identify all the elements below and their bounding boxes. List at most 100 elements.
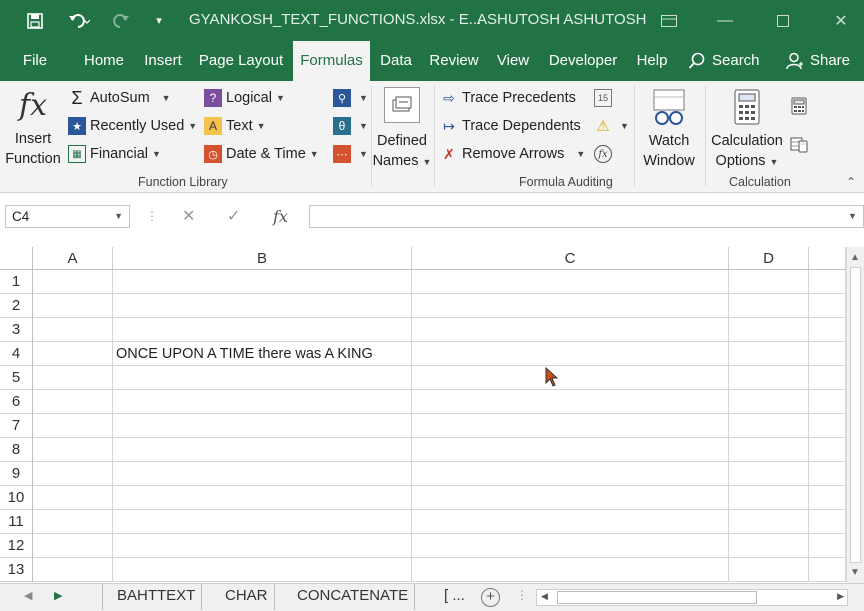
cell-b3[interactable] <box>113 318 412 342</box>
insert-function-button[interactable]: fx Insert Function <box>2 89 64 169</box>
more-functions-button[interactable]: ⋯ ▼ <box>333 145 368 163</box>
maximize-icon[interactable] <box>760 0 806 41</box>
watch-window-button[interactable]: Watch Window <box>636 89 702 171</box>
cell-c9[interactable] <box>412 462 729 486</box>
row-header[interactable]: 13 <box>0 558 33 582</box>
share-button[interactable]: Share <box>786 41 850 81</box>
lookup-reference-button[interactable]: ⚲ ▼ <box>333 89 368 107</box>
cell-a12[interactable] <box>33 534 113 558</box>
row-header[interactable]: 2 <box>0 294 33 318</box>
cell-b7[interactable] <box>113 414 412 438</box>
add-sheet-icon[interactable]: + <box>481 588 500 607</box>
cell-c5[interactable] <box>412 366 729 390</box>
cell-e5[interactable] <box>809 366 846 390</box>
prev-sheet-icon[interactable]: ◀ <box>24 589 32 602</box>
cell-a11[interactable] <box>33 510 113 534</box>
cell-b9[interactable] <box>113 462 412 486</box>
tab-developer[interactable]: Developer <box>543 41 623 81</box>
evaluate-formula-button[interactable]: fx <box>594 145 616 163</box>
vertical-scroll-thumb[interactable] <box>850 267 861 563</box>
cell-d9[interactable] <box>729 462 809 486</box>
cell-e2[interactable] <box>809 294 846 318</box>
cell-e11[interactable] <box>809 510 846 534</box>
cell-b10[interactable] <box>113 486 412 510</box>
close-icon[interactable]: ✕ <box>818 0 864 41</box>
cell-a9[interactable] <box>33 462 113 486</box>
cell-c11[interactable] <box>412 510 729 534</box>
more-options-icon[interactable]: ⋮ <box>146 205 158 228</box>
row-header[interactable]: 8 <box>0 438 33 462</box>
tab-data[interactable]: Data <box>374 41 418 81</box>
column-header-b[interactable]: B <box>113 247 412 270</box>
column-header-c[interactable]: C <box>412 247 729 270</box>
search-button[interactable]: Search <box>688 41 760 81</box>
scroll-up-icon[interactable]: ▲ <box>850 252 860 263</box>
cell-d7[interactable] <box>729 414 809 438</box>
sheet-tab[interactable]: CONCATENATE <box>291 584 416 610</box>
cell-c8[interactable] <box>412 438 729 462</box>
calculation-options-button[interactable]: Calculation Options ▼ <box>706 89 788 172</box>
cell-d4[interactable] <box>729 342 809 366</box>
scroll-left-icon[interactable]: ◀ <box>541 591 548 602</box>
cell-e4[interactable] <box>809 342 846 366</box>
vertical-scrollbar[interactable]: ▲ ▼ <box>846 247 864 583</box>
cell-e1[interactable] <box>809 270 846 294</box>
cell-e12[interactable] <box>809 534 846 558</box>
column-header-d[interactable]: D <box>729 247 809 270</box>
cell-c6[interactable] <box>412 390 729 414</box>
row-header[interactable]: 5 <box>0 366 33 390</box>
cell-a2[interactable] <box>33 294 113 318</box>
calculate-now-button[interactable] <box>790 97 812 115</box>
undo-icon[interactable] <box>60 0 98 41</box>
tab-file[interactable]: File <box>10 41 60 81</box>
cell-d5[interactable] <box>729 366 809 390</box>
financial-button[interactable]: ▦ Financial ▼ <box>68 145 161 163</box>
cell-a8[interactable] <box>33 438 113 462</box>
cell-a7[interactable] <box>33 414 113 438</box>
cell-b12[interactable] <box>113 534 412 558</box>
tab-review[interactable]: Review <box>425 41 483 81</box>
date-time-button[interactable]: ◷ Date & Time ▼ <box>204 145 319 163</box>
logical-button[interactable]: ? Logical ▼ <box>204 89 285 107</box>
cell-d11[interactable] <box>729 510 809 534</box>
save-icon[interactable] <box>22 0 48 41</box>
cell-a4[interactable] <box>33 342 113 366</box>
cell-b5[interactable] <box>113 366 412 390</box>
error-checking-button[interactable]: ⚠ ▼ <box>594 117 629 135</box>
text-button[interactable]: A Text ▼ <box>204 117 266 135</box>
tab-page-layout[interactable]: Page Layout <box>194 41 288 81</box>
cell-b6[interactable] <box>113 390 412 414</box>
cell-e10[interactable] <box>809 486 846 510</box>
cell-a13[interactable] <box>33 558 113 582</box>
cell-c10[interactable] <box>412 486 729 510</box>
remove-arrows-button[interactable]: ✗ Remove Arrows ▼ <box>440 145 585 163</box>
cell-b8[interactable] <box>113 438 412 462</box>
scroll-right-icon[interactable]: ▶ <box>837 591 844 602</box>
row-header[interactable]: 6 <box>0 390 33 414</box>
column-header-e[interactable] <box>809 247 846 270</box>
cell-a5[interactable] <box>33 366 113 390</box>
column-header-a[interactable]: A <box>33 247 113 270</box>
worksheet-grid[interactable]: A B C D 1 2 3 4 ONCE UPON A TIME there was A… <box>0 247 846 583</box>
cell-a10[interactable] <box>33 486 113 510</box>
cell-c13[interactable] <box>412 558 729 582</box>
cell-c2[interactable] <box>412 294 729 318</box>
cell-e3[interactable] <box>809 318 846 342</box>
cell-e9[interactable] <box>809 462 846 486</box>
scroll-down-icon[interactable]: ▼ <box>850 567 860 578</box>
trace-precedents-button[interactable]: ⇨ Trace Precedents <box>440 89 576 107</box>
tab-insert[interactable]: Insert <box>138 41 188 81</box>
autosum-button[interactable]: Σ AutoSum ▼ <box>68 88 170 108</box>
customize-qat-icon[interactable]: ▾ <box>150 0 168 41</box>
row-header[interactable]: 3 <box>0 318 33 342</box>
cell-d10[interactable] <box>729 486 809 510</box>
cell-e8[interactable] <box>809 438 846 462</box>
row-header[interactable]: 1 <box>0 270 33 294</box>
insert-function-icon[interactable]: fx <box>273 205 288 228</box>
cell-d2[interactable] <box>729 294 809 318</box>
cell-d3[interactable] <box>729 318 809 342</box>
cell-c3[interactable] <box>412 318 729 342</box>
cell-d13[interactable] <box>729 558 809 582</box>
cell-b11[interactable] <box>113 510 412 534</box>
horizontal-scrollbar[interactable]: ◀ ▶ <box>536 589 848 606</box>
